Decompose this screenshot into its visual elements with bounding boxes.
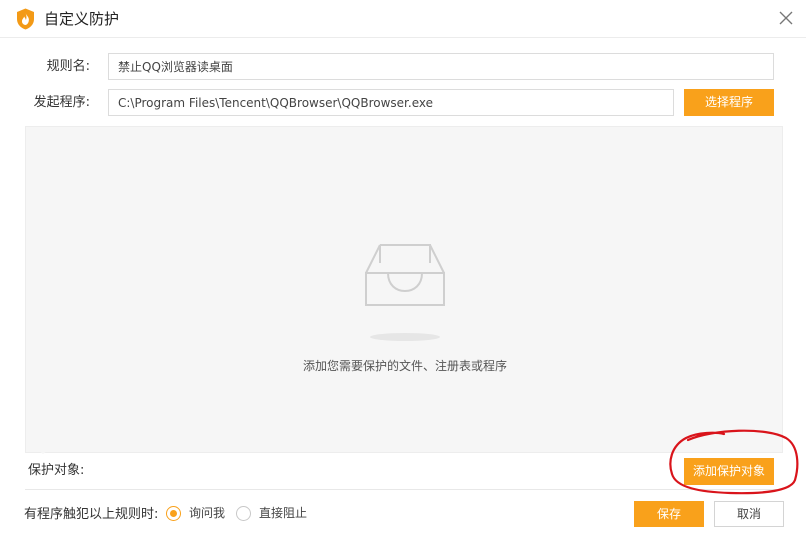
protected-objects-label: 保护对象: — [28, 463, 85, 478]
trigger-label: 有程序触犯以上规则时: — [24, 507, 159, 522]
rule-name-input[interactable] — [108, 53, 774, 80]
empty-hint-text: 添加您需要保护的文件、注册表或程序 — [302, 359, 507, 373]
radio-block-directly-label: 直接阻止 — [259, 506, 308, 520]
add-protected-object-button[interactable]: 添加保护对象 — [684, 458, 774, 485]
radio-ask-me-label: 询问我 — [189, 506, 226, 520]
radio-ask-me[interactable] — [166, 506, 181, 521]
protected-objects-panel: 添加您需要保护的文件、注册表或程序 — [25, 126, 783, 453]
custom-protection-dialog: 自定义防护 规则名: 发起程序: 选择程序 添加您需要保护的文件、注册表或程序 … — [0, 0, 806, 535]
empty-tray-icon — [365, 244, 445, 306]
tray-shadow — [370, 333, 440, 341]
rule-name-label: 规则名: — [46, 59, 90, 74]
close-icon[interactable] — [776, 8, 796, 28]
program-label: 发起程序: — [33, 95, 90, 110]
title-bar: 自定义防护 — [0, 0, 806, 38]
flame-shield-icon — [17, 8, 34, 30]
cancel-button[interactable]: 取消 — [714, 501, 784, 527]
save-button[interactable]: 保存 — [634, 501, 704, 527]
panel-pointer — [34, 447, 52, 454]
program-path-input[interactable] — [108, 89, 674, 116]
radio-block-directly[interactable] — [236, 506, 251, 521]
dialog-title: 自定义防护 — [44, 10, 120, 28]
divider — [25, 489, 783, 490]
choose-program-button[interactable]: 选择程序 — [684, 89, 774, 116]
